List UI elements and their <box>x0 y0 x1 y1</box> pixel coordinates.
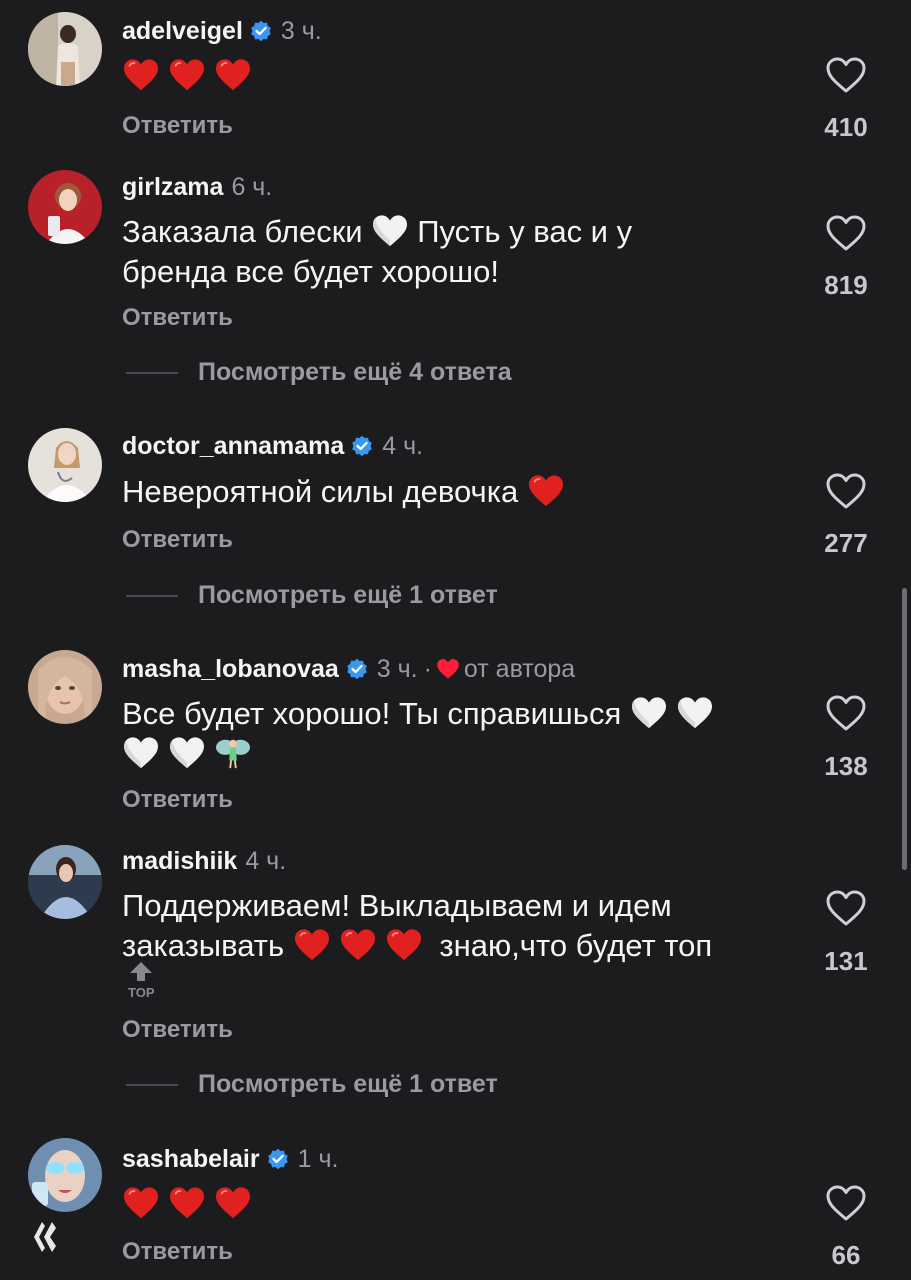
red-heart-icon <box>527 474 565 508</box>
comment-meta: masha_lobanovaa 3 ч. · от автора <box>122 655 576 683</box>
avatar[interactable] <box>28 12 102 86</box>
divider <box>126 595 178 598</box>
scrollbar[interactable] <box>902 588 907 870</box>
heart-outline-icon <box>825 472 867 510</box>
username[interactable]: madishiik <box>122 847 237 875</box>
reply-button[interactable]: Ответить <box>122 304 233 332</box>
app-logo-icon <box>30 1220 60 1259</box>
verified-badge-icon <box>345 657 369 681</box>
like-button[interactable] <box>822 56 870 94</box>
avatar[interactable] <box>28 650 102 724</box>
like-button[interactable] <box>822 694 870 732</box>
red-heart-icon <box>122 1186 160 1220</box>
liked-by-author-label: от автора <box>463 655 576 683</box>
divider <box>126 372 178 375</box>
red-heart-icon <box>385 928 423 962</box>
comment-text <box>122 1184 782 1224</box>
like-count: 819 <box>824 270 868 300</box>
white-heart-icon <box>630 696 668 730</box>
reply-button[interactable]: Ответить <box>122 1016 233 1044</box>
like-button[interactable] <box>822 472 870 510</box>
username[interactable]: girlzama <box>122 173 223 201</box>
like-count: 131 <box>824 946 868 976</box>
reply-button[interactable]: Ответить <box>122 1238 233 1266</box>
view-more-replies-button[interactable]: Посмотреть ещё 1 ответ <box>126 1070 498 1099</box>
comment-text: Все будет хорошо! Ты справишься <box>122 694 782 774</box>
reply-button[interactable]: Ответить <box>122 112 233 140</box>
white-heart-icon <box>122 736 160 770</box>
avatar[interactable] <box>28 170 102 244</box>
like-button[interactable] <box>822 1184 870 1222</box>
timestamp: 4 ч. <box>245 847 287 875</box>
fairy-icon <box>216 739 250 769</box>
reply-button[interactable]: Ответить <box>122 786 233 814</box>
like-count: 410 <box>824 112 868 142</box>
white-heart-icon <box>676 696 714 730</box>
scroll-to-top-button[interactable]: TOP <box>128 960 155 1000</box>
like-button[interactable] <box>822 889 870 927</box>
white-heart-icon <box>371 214 409 248</box>
heart-outline-icon <box>825 214 867 252</box>
comment-meta: madishiik 4 ч. <box>122 846 286 876</box>
view-more-replies-button[interactable]: Посмотреть ещё 1 ответ <box>126 581 498 610</box>
username[interactable]: adelveigel <box>122 17 243 45</box>
username[interactable]: masha_lobanovaa <box>122 655 339 683</box>
comment-meta: doctor_annamama 4 ч. <box>122 431 423 461</box>
avatar[interactable] <box>28 1138 102 1212</box>
heart-outline-icon <box>825 56 867 94</box>
heart-outline-icon <box>825 889 867 927</box>
divider <box>126 1084 178 1087</box>
red-heart-icon <box>293 928 331 962</box>
timestamp: 3 ч. <box>376 655 418 683</box>
verified-badge-icon <box>350 434 374 458</box>
comment-text <box>122 56 782 96</box>
verified-badge-icon <box>249 19 273 43</box>
author-liked-heart-icon <box>437 659 459 679</box>
comment-text: Невероятной силы девочка <box>122 472 782 512</box>
comment-meta: girlzama 6 ч. <box>122 172 272 202</box>
arrow-up-icon <box>130 962 153 981</box>
timestamp: 1 ч. <box>297 1145 339 1173</box>
timestamp: 3 ч. <box>280 17 322 45</box>
red-heart-icon <box>122 58 160 92</box>
reply-button[interactable]: Ответить <box>122 526 233 554</box>
username[interactable]: sashabelair <box>122 1145 260 1173</box>
red-heart-icon <box>339 928 377 962</box>
white-heart-icon <box>168 736 206 770</box>
timestamp: 4 ч. <box>382 432 424 460</box>
like-count: 277 <box>824 528 868 558</box>
timestamp: 6 ч. <box>231 173 273 201</box>
like-count: 138 <box>824 751 868 781</box>
verified-badge-icon <box>266 1147 290 1171</box>
heart-outline-icon <box>825 694 867 732</box>
comment-meta: sashabelair 1 ч. <box>122 1144 338 1174</box>
comment-text: Поддерживаем! Выкладываем и идем заказыв… <box>122 888 713 963</box>
heart-outline-icon <box>825 1184 867 1222</box>
avatar[interactable] <box>28 845 102 919</box>
red-heart-icon <box>214 58 252 92</box>
avatar[interactable] <box>28 428 102 502</box>
comment-meta: adelveigel 3 ч. <box>122 16 322 46</box>
username[interactable]: doctor_annamama <box>122 432 344 460</box>
red-heart-icon <box>214 1186 252 1220</box>
comment-text: Заказала блески Пусть у вас и у бренда в… <box>122 214 633 289</box>
view-more-replies-button[interactable]: Посмотреть ещё 4 ответа <box>126 358 512 387</box>
like-count: 66 <box>831 1240 861 1270</box>
red-heart-icon <box>168 1186 206 1220</box>
red-heart-icon <box>168 58 206 92</box>
like-button[interactable] <box>822 214 870 252</box>
